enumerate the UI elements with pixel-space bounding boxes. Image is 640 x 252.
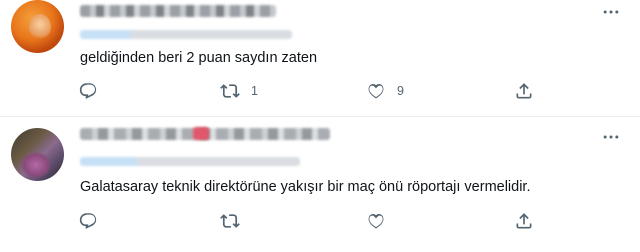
more-button[interactable] <box>600 128 622 146</box>
avatar[interactable] <box>11 128 64 181</box>
more-icon <box>603 135 619 139</box>
blurred-handle <box>80 157 300 166</box>
retweet-count: 1 <box>251 84 258 98</box>
retweet-icon <box>220 84 240 98</box>
reply-icon <box>79 83 97 99</box>
tweet-actions: 1 9 <box>0 79 640 103</box>
tweet-text: geldiğinden beri 2 puan saydın zaten <box>80 50 318 66</box>
share-button[interactable] <box>514 209 534 233</box>
blurred-handle <box>80 30 292 39</box>
avatar[interactable] <box>11 0 64 53</box>
share-icon <box>516 213 532 229</box>
like-icon <box>368 213 384 229</box>
share-button[interactable] <box>514 79 534 103</box>
more-icon <box>603 10 619 14</box>
tweet-text: Galatasaray teknik direktörüne yakışır b… <box>80 179 531 195</box>
like-icon <box>368 83 384 99</box>
like-count: 9 <box>397 84 404 98</box>
retweet-icon <box>220 214 240 228</box>
tweet-feed: geldiğinden beri 2 puan saydın zaten 1 9 <box>0 0 640 252</box>
share-icon <box>516 83 532 99</box>
retweet-button[interactable]: 1 <box>220 79 258 103</box>
tweet[interactable]: geldiğinden beri 2 puan saydın zaten 1 9 <box>0 0 640 116</box>
tweet-actions <box>0 209 640 233</box>
reply-button[interactable] <box>78 209 109 233</box>
reply-icon <box>79 213 97 229</box>
like-button[interactable] <box>366 209 397 233</box>
reply-button[interactable] <box>78 79 109 103</box>
blurred-name-badge <box>193 127 209 140</box>
more-button[interactable] <box>600 3 622 21</box>
blurred-display-name <box>80 5 276 17</box>
retweet-button[interactable] <box>220 209 251 233</box>
like-button[interactable]: 9 <box>366 79 404 103</box>
